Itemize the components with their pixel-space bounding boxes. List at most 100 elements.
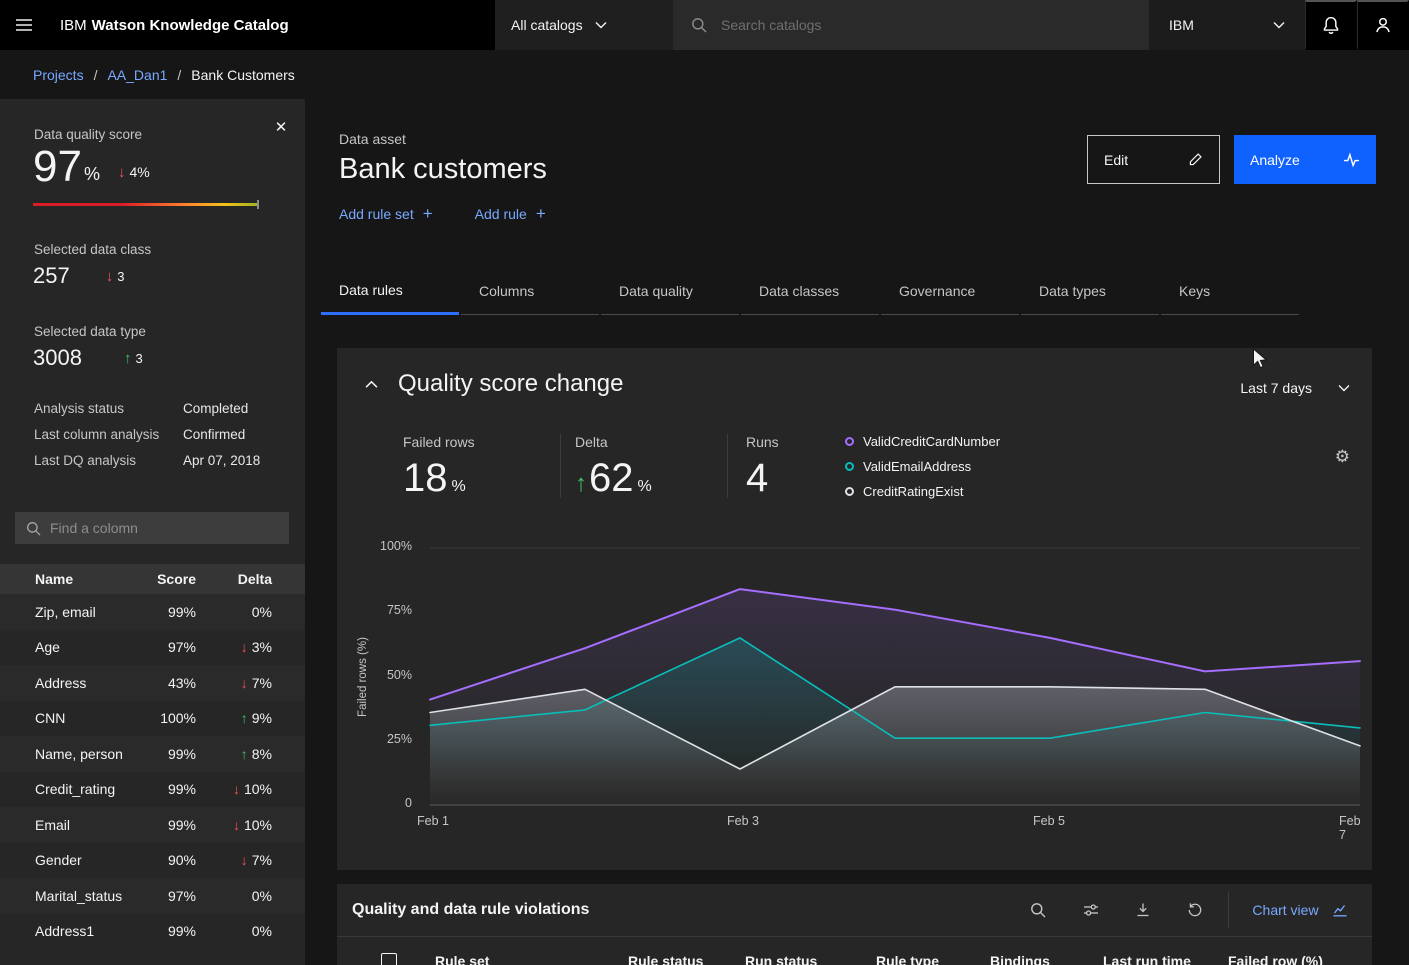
- column-header-cell: Delta: [196, 571, 272, 587]
- find-column-input[interactable]: [50, 520, 278, 536]
- add-rule-link[interactable]: Add rule+: [475, 205, 546, 222]
- violations-header-cell: Failed row (%): [1228, 953, 1372, 965]
- download-icon[interactable]: [1119, 886, 1167, 934]
- table-row[interactable]: Marital_status 97% 0%: [0, 878, 305, 914]
- edit-button[interactable]: Edit: [1087, 135, 1220, 184]
- column-name: Marital_status: [35, 888, 136, 904]
- column-delta: 3%: [196, 639, 272, 655]
- chevron-up-icon[interactable]: [365, 380, 378, 389]
- legend-label: CreditRatingExist: [863, 484, 963, 499]
- brand-prefix: IBM: [60, 17, 87, 34]
- pencil-icon: [1188, 152, 1203, 167]
- reset-icon[interactable]: [1171, 886, 1219, 934]
- add-rule-set-link[interactable]: Add rule set+: [339, 205, 433, 222]
- metric: Delta 62 %: [560, 434, 727, 498]
- y-tick-label: 75%: [357, 603, 412, 617]
- table-row[interactable]: Address 43% 7%: [0, 665, 305, 701]
- column-delta: 0%: [196, 604, 272, 620]
- data-type-value: 3008 3: [33, 345, 143, 371]
- column-score: 100%: [136, 710, 196, 726]
- column-delta: 7%: [196, 852, 272, 868]
- chevron-down-icon: [1338, 384, 1350, 392]
- search-icon: [691, 17, 707, 33]
- data-type-delta: 3: [124, 351, 143, 366]
- hamburger-menu-icon[interactable]: [0, 0, 48, 50]
- settings-adjust-icon[interactable]: [1067, 886, 1115, 934]
- column-header-cell: Name: [35, 571, 136, 587]
- violations-card: Quality and data rule violations Chart v…: [337, 884, 1372, 965]
- breadcrumb-item[interactable]: AA_Dan1: [107, 67, 191, 83]
- legend-marker-icon: [845, 437, 854, 446]
- legend-label: ValidCreditCardNumber: [863, 434, 1000, 449]
- catalog-selector[interactable]: All catalogs: [495, 0, 673, 50]
- legend-marker-icon: [845, 462, 854, 471]
- table-row[interactable]: Gender 90% 7%: [0, 843, 305, 879]
- column-score: 43%: [136, 675, 196, 691]
- close-icon[interactable]: ✕: [269, 115, 293, 139]
- analyze-button[interactable]: Analyze: [1234, 135, 1376, 184]
- breadcrumb-item[interactable]: Projects: [33, 67, 107, 83]
- table-row[interactable]: CNN 100% 9%: [0, 701, 305, 737]
- analysis-label: Analysis status: [34, 401, 183, 416]
- legend-marker-icon: [845, 487, 854, 496]
- tab-item[interactable]: Data classes: [741, 267, 879, 315]
- tab-item[interactable]: Data types: [1021, 267, 1159, 315]
- tab-item[interactable]: Keys: [1161, 267, 1299, 315]
- metric-label: Delta: [575, 434, 727, 450]
- table-row[interactable]: Age 97% 3%: [0, 630, 305, 666]
- column-name: CNN: [35, 710, 136, 726]
- column-name: Zip, email: [35, 604, 136, 620]
- column-name: Email: [35, 817, 136, 833]
- metric-label: Failed rows: [403, 434, 560, 450]
- legend-item[interactable]: CreditRatingExist: [845, 483, 1000, 500]
- brand-name: Watson Knowledge Catalog: [92, 17, 289, 34]
- search-icon[interactable]: [1014, 886, 1062, 934]
- table-row[interactable]: Zip, email 99% 0%: [0, 594, 305, 630]
- table-row[interactable]: Email 99% 10%: [0, 807, 305, 843]
- summary-metrics: Failed rows 18 % Delta 62 %: [377, 434, 837, 498]
- quality-score-meter: [33, 203, 257, 206]
- account-selector[interactable]: IBM: [1149, 0, 1305, 50]
- column-table-header: NameScoreDelta: [0, 564, 305, 594]
- x-tick-label: Feb 5: [1033, 814, 1065, 828]
- delta-arrow-icon: [118, 165, 126, 180]
- data-class-label: Selected data class: [34, 242, 151, 257]
- y-tick-label: 100%: [357, 539, 412, 553]
- search-input[interactable]: [721, 17, 1131, 33]
- chart-line-icon: [1332, 902, 1348, 918]
- analysis-value: Confirmed: [183, 427, 289, 442]
- top-header-bar: IBM Watson Knowledge Catalog All catalog…: [0, 0, 1409, 50]
- breadcrumb: ProjectsAA_Dan1Bank Customers: [0, 50, 1409, 99]
- tab-item[interactable]: Columns: [461, 267, 599, 315]
- delta-arrow-icon: [124, 351, 132, 366]
- legend-item[interactable]: ValidCreditCardNumber: [845, 433, 1000, 450]
- notifications-button[interactable]: [1305, 0, 1357, 50]
- tab-item[interactable]: Data rules: [321, 267, 459, 315]
- tab-item[interactable]: Governance: [881, 267, 1019, 315]
- legend-item[interactable]: ValidEmailAddress: [845, 458, 1000, 475]
- violations-header-cell: Rule set: [435, 953, 628, 965]
- tab-item[interactable]: Data quality: [601, 267, 739, 315]
- y-axis-title: Failed rows (%): [357, 637, 369, 717]
- user-avatar-icon: [1374, 16, 1392, 34]
- select-all-checkbox[interactable]: [381, 953, 397, 965]
- rule-actions: Add rule set+ Add rule+: [339, 205, 546, 222]
- column-name: Address: [35, 675, 136, 691]
- table-row[interactable]: Name, person 99% 8%: [0, 736, 305, 772]
- line-chart: [430, 548, 1360, 805]
- gear-icon[interactable]: ⚙: [1335, 447, 1350, 467]
- time-range-selector[interactable]: Last 7 days: [1240, 380, 1350, 396]
- violations-table-header: Rule setRule statusRun statusRule typeBi…: [337, 936, 1372, 965]
- table-row[interactable]: Credit_rating 99% 10%: [0, 772, 305, 808]
- breadcrumb-item[interactable]: Bank Customers: [191, 67, 294, 83]
- table-row[interactable]: Address1 99% 0%: [0, 914, 305, 950]
- analysis-label: Last column analysis: [34, 427, 183, 442]
- app-brand: IBM Watson Knowledge Catalog: [48, 0, 495, 50]
- plus-icon: +: [536, 205, 546, 222]
- user-profile-button[interactable]: [1357, 0, 1409, 50]
- delta-arrow-icon: [233, 782, 240, 796]
- chart-view-toggle[interactable]: Chart view: [1228, 884, 1372, 936]
- delta-arrow-icon: [241, 711, 248, 725]
- data-type-label: Selected data type: [34, 324, 146, 339]
- quality-score-card: Quality score change Last 7 days Failed …: [337, 348, 1372, 870]
